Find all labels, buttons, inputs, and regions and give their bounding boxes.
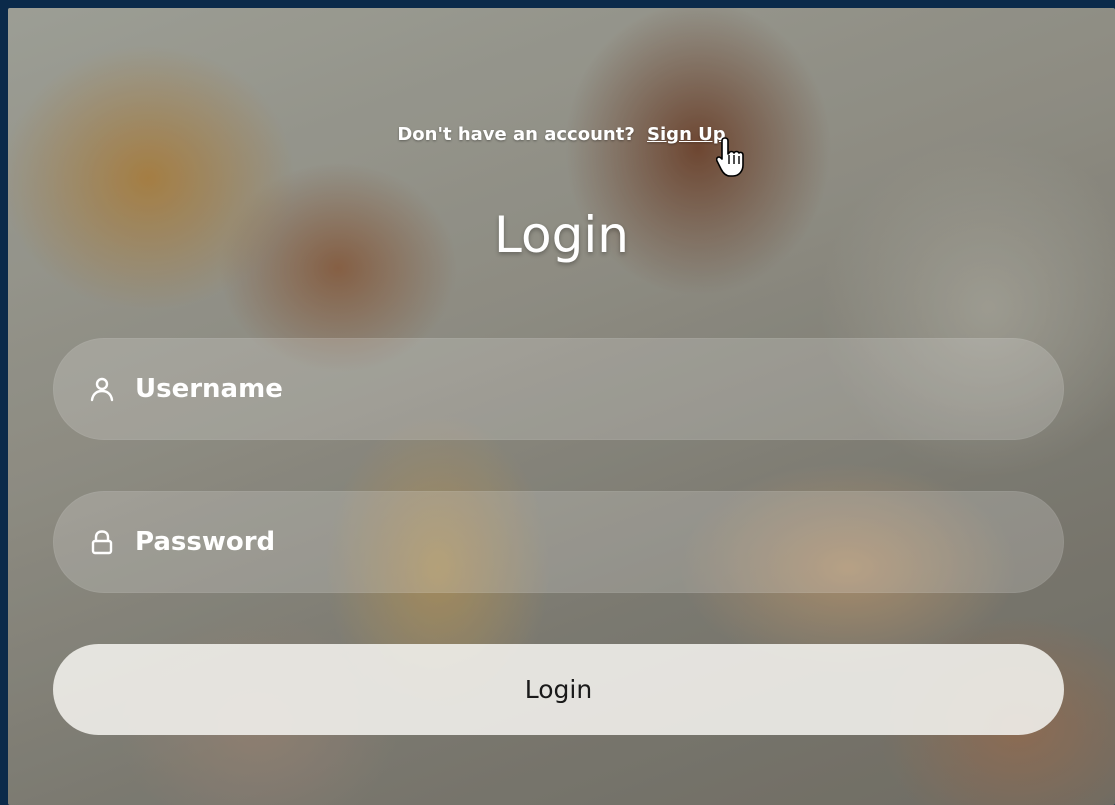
page-title: Login — [494, 206, 629, 264]
signup-prompt: Don't have an account? Sign Up — [8, 124, 1115, 145]
login-button[interactable]: Login — [53, 644, 1064, 735]
lock-icon — [89, 529, 115, 555]
username-field[interactable] — [53, 338, 1064, 440]
password-input[interactable] — [133, 511, 1064, 573]
user-icon — [89, 376, 115, 402]
password-field[interactable] — [53, 491, 1064, 593]
signup-link[interactable]: Sign Up — [647, 124, 726, 145]
signup-prompt-text: Don't have an account? — [397, 124, 635, 145]
username-input[interactable] — [133, 358, 1064, 420]
login-screen: Don't have an account? Sign Up Login Log… — [8, 8, 1115, 805]
